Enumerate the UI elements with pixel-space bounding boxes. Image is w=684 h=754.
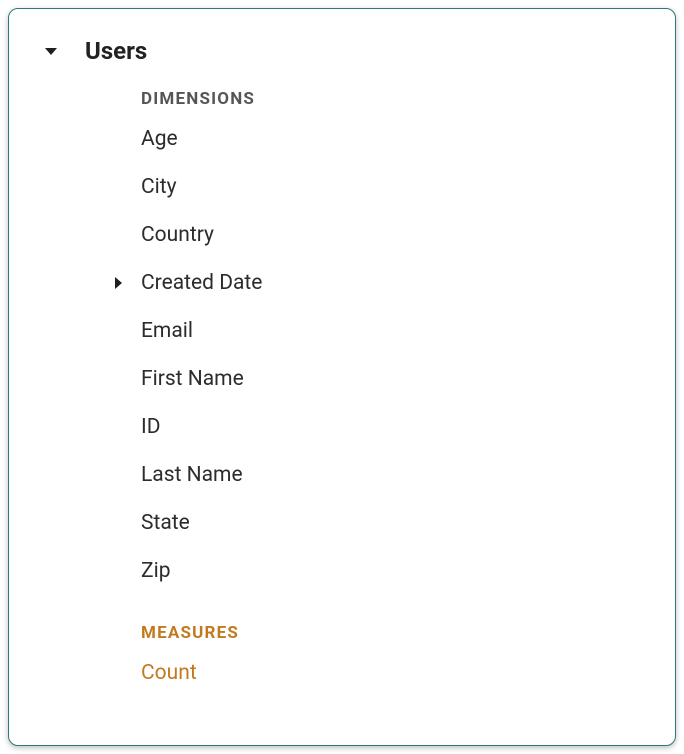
- field-label: Email: [141, 319, 193, 343]
- dimensions-section: DIMENSIONS Age City Country Created Date…: [9, 89, 675, 685]
- dimension-field-email[interactable]: Email: [109, 319, 675, 343]
- dimension-field-last-name[interactable]: Last Name: [109, 463, 675, 487]
- dimension-field-first-name[interactable]: First Name: [109, 367, 675, 391]
- field-label: Zip: [141, 559, 170, 583]
- view-header-users[interactable]: Users: [9, 37, 675, 65]
- field-label: Count: [141, 661, 197, 685]
- dimension-field-city[interactable]: City: [109, 175, 675, 199]
- dimensions-heading: DIMENSIONS: [141, 89, 675, 109]
- view-title: Users: [85, 37, 147, 65]
- caret-right-icon: [115, 277, 122, 289]
- dimension-field-id[interactable]: ID: [109, 415, 675, 439]
- dimension-field-zip[interactable]: Zip: [109, 559, 675, 583]
- dimension-field-country[interactable]: Country: [109, 223, 675, 247]
- field-label: First Name: [141, 367, 244, 391]
- field-label: Country: [141, 223, 214, 247]
- field-label: ID: [141, 415, 161, 439]
- field-label: Created Date: [141, 271, 262, 295]
- field-picker-panel: Users DIMENSIONS Age City Country Create…: [8, 8, 676, 746]
- dimension-field-created-date[interactable]: Created Date: [109, 271, 675, 295]
- measures-heading: MEASURES: [141, 623, 675, 643]
- field-label: Last Name: [141, 463, 243, 487]
- field-label: City: [141, 175, 177, 199]
- caret-down-icon: [45, 48, 57, 55]
- field-label: State: [141, 511, 190, 535]
- dimension-field-state[interactable]: State: [109, 511, 675, 535]
- field-label: Age: [141, 127, 178, 151]
- dimension-field-age[interactable]: Age: [109, 127, 675, 151]
- measure-field-count[interactable]: Count: [109, 661, 675, 685]
